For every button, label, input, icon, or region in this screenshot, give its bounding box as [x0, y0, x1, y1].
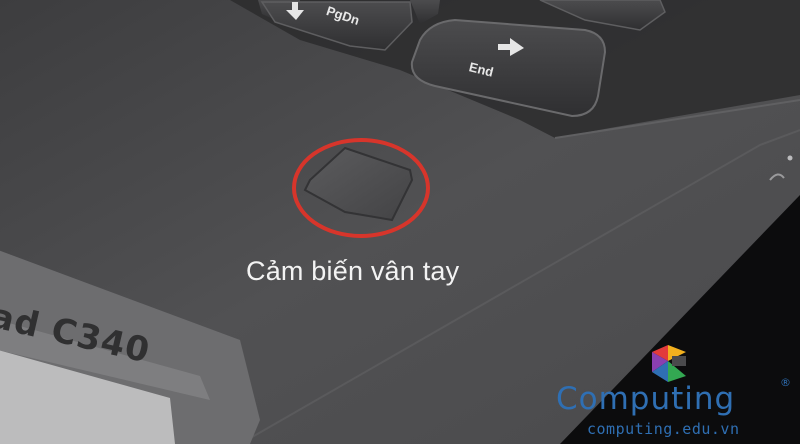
watermark-registered-mark: ®	[780, 376, 791, 389]
watermark-brand: Computing	[556, 381, 736, 417]
laptop-photo	[0, 0, 800, 444]
watermark-url: computing.edu.vn	[587, 420, 740, 438]
image-caption: Cảm biến vân tay	[246, 256, 460, 286]
